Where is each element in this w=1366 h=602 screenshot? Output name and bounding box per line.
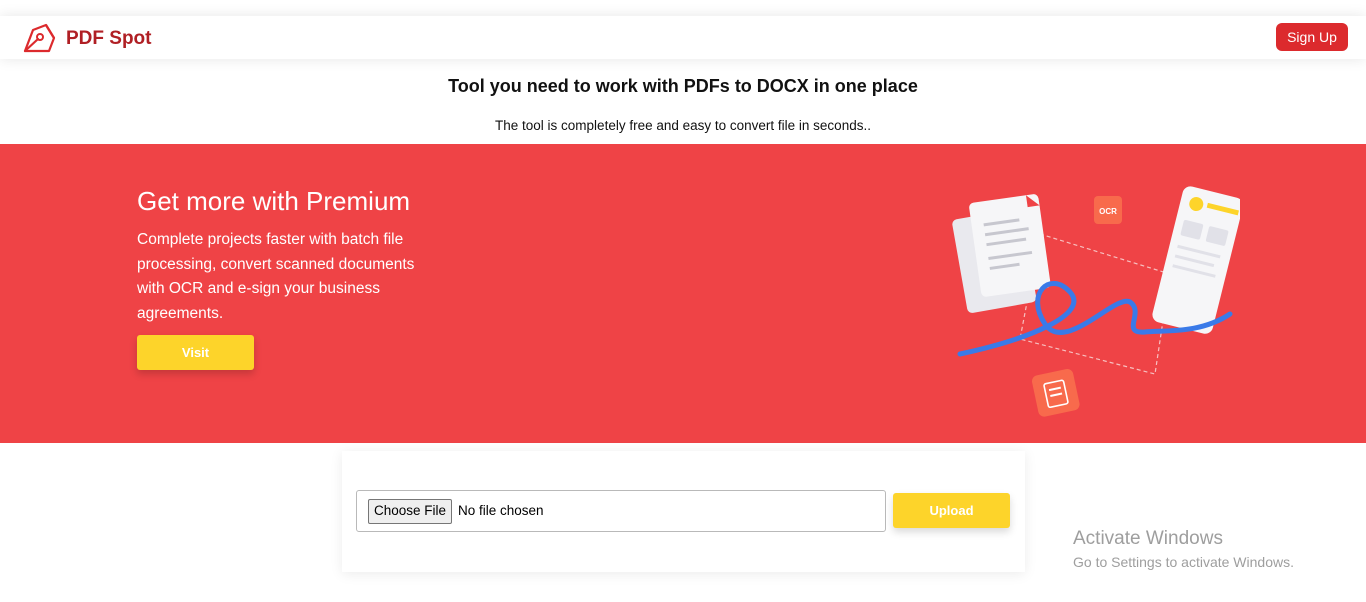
page-headline: Tool you need to work with PDFs to DOCX … bbox=[448, 76, 918, 96]
pen-nib-icon bbox=[22, 21, 58, 57]
brand-name: PDF Spot bbox=[66, 28, 152, 49]
logo[interactable]: PDF Spot bbox=[22, 21, 152, 57]
premium-illustration: OCR bbox=[940, 174, 1244, 429]
activate-windows-title: Activate Windows bbox=[1073, 528, 1223, 549]
sign-up-button[interactable]: Sign Up bbox=[1276, 23, 1348, 51]
ocr-badge-label: OCR bbox=[1099, 207, 1117, 216]
choose-file-button[interactable]: Choose File bbox=[368, 499, 453, 524]
file-status-text: No file chosen bbox=[458, 503, 544, 518]
upload-card: Choose File No file chosen Upload bbox=[342, 451, 1025, 572]
premium-banner: Get more with Premium Complete projects … bbox=[0, 144, 1366, 443]
premium-description: Complete projects faster with batch file… bbox=[137, 231, 415, 322]
page-subheadline: The tool is completely free and easy to … bbox=[495, 118, 871, 133]
upload-button[interactable]: Upload bbox=[893, 493, 1010, 528]
activate-windows-subtitle: Go to Settings to activate Windows. bbox=[1073, 554, 1294, 570]
premium-title: Get more with Premium bbox=[137, 186, 411, 216]
navbar: PDF Spot Sign Up bbox=[0, 16, 1366, 59]
visit-button[interactable]: Visit bbox=[137, 335, 254, 370]
file-input[interactable]: Choose File No file chosen bbox=[356, 490, 886, 532]
